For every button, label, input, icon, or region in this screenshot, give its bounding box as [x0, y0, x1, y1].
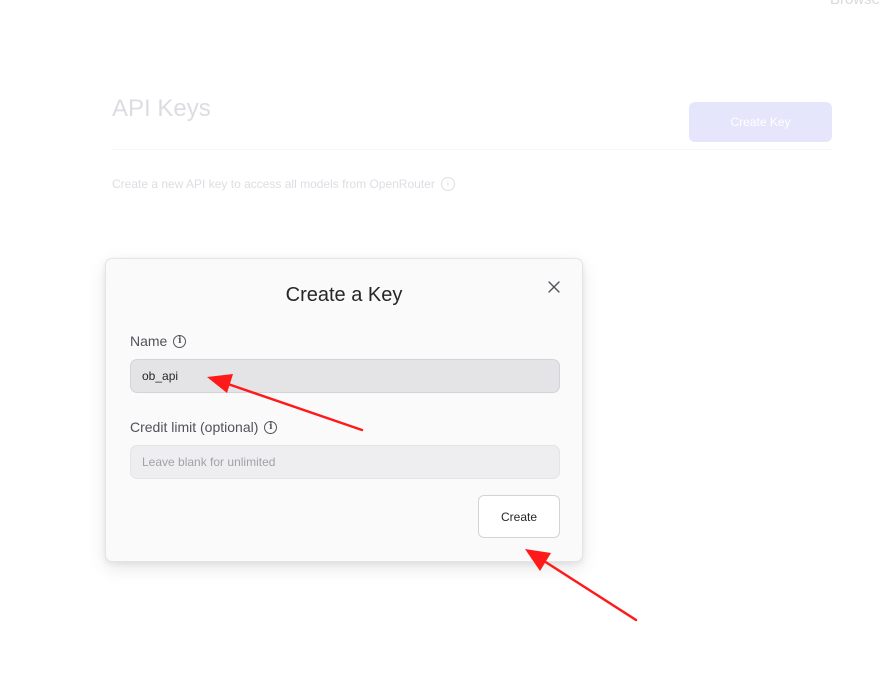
credit-limit-label-text: Credit limit (optional) — [130, 419, 259, 435]
name-label: Name i — [130, 333, 187, 349]
credit-limit-label: Credit limit (optional) i — [130, 419, 278, 435]
dialog-title: Create a Key — [285, 284, 403, 306]
page-title: API Keys — [112, 95, 211, 122]
close-icon — [548, 281, 560, 293]
name-label-text: Name — [130, 333, 168, 349]
name-input[interactable] — [130, 359, 560, 393]
create-key-dialog: Create a Key Name i Credit limit (option… — [105, 258, 583, 562]
browse-link[interactable]: Browse — [830, 0, 880, 8]
divider — [112, 149, 832, 150]
credit-limit-input[interactable] — [130, 445, 560, 479]
create-key-button[interactable]: Create Key — [689, 102, 832, 142]
info-icon[interactable]: i — [264, 420, 278, 434]
info-icon[interactable]: i — [173, 334, 187, 348]
page-subtitle: Create a new API key to access all model… — [112, 177, 455, 191]
info-icon[interactable]: i — [440, 177, 455, 191]
create-button[interactable]: Create — [478, 495, 560, 538]
subtitle-text: Create a new API key to access all model… — [112, 177, 435, 191]
close-button[interactable] — [544, 277, 564, 297]
